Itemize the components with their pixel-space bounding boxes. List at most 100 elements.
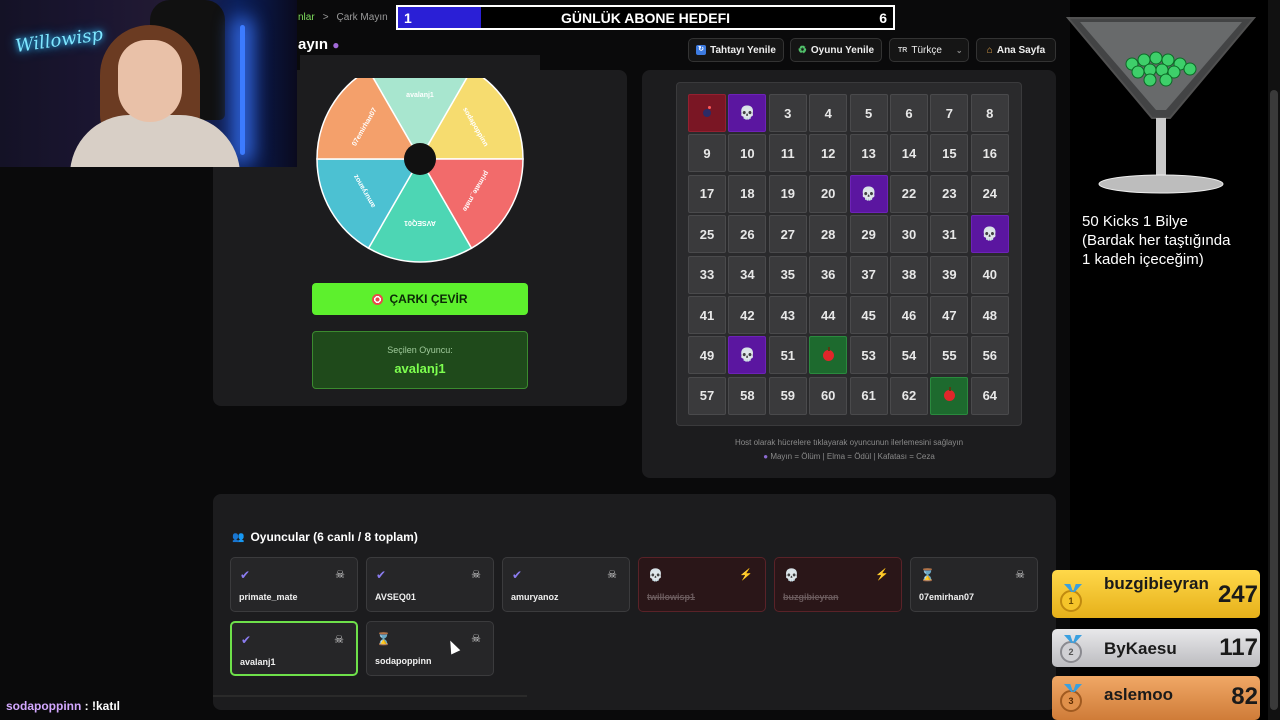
board-cell-16[interactable]: 16	[970, 134, 1009, 173]
skull-icon: 💀	[784, 568, 799, 582]
crossbones-icon[interactable]: ☠	[335, 568, 345, 581]
board-cell-15[interactable]: 15	[930, 134, 969, 173]
board-cell-61[interactable]: 61	[849, 376, 888, 415]
board-cell-14[interactable]: 14	[890, 134, 928, 173]
board-cell-49[interactable]: 49	[688, 336, 726, 375]
board-cell-2[interactable]: 💀	[728, 94, 767, 132]
crossbones-icon[interactable]: ☠	[334, 633, 344, 646]
board-cell-35[interactable]: 35	[768, 255, 807, 294]
board-cell-1[interactable]	[688, 94, 726, 132]
board-cell-22[interactable]: 22	[890, 174, 928, 213]
webcam-lamp	[240, 25, 245, 155]
board-cell-20[interactable]: 20	[809, 174, 848, 213]
board-cell-60[interactable]: 60	[809, 376, 848, 415]
board-cell-26[interactable]: 26	[728, 215, 767, 254]
board-cell-50[interactable]: 💀	[728, 336, 767, 375]
board-cell-9[interactable]: 9	[688, 134, 726, 173]
board-cell-44[interactable]: 44	[809, 296, 848, 334]
board-cell-40[interactable]: 40	[970, 255, 1009, 294]
board-cell-57[interactable]: 57	[688, 376, 726, 415]
board-cell-13[interactable]: 13	[849, 134, 888, 173]
breadcrumb-link[interactable]: nlar	[298, 12, 315, 23]
board-cell-4[interactable]: 4	[809, 94, 848, 132]
board-cell-45[interactable]: 45	[849, 296, 888, 334]
player-card[interactable]: ✔ ☠ amuryanoz	[502, 557, 630, 612]
home-label: Ana Sayfa	[996, 44, 1046, 56]
player-card[interactable]: ⌛ ☠ 07emirhan07	[910, 557, 1038, 612]
board-cell-25[interactable]: 25	[688, 215, 726, 254]
player-card[interactable]: ✔ ☠ primate_mate	[230, 557, 358, 612]
player-card[interactable]: ✔ ☠ avalanj1	[230, 621, 358, 676]
home-button[interactable]: ⌂ Ana Sayfa	[976, 38, 1056, 62]
player-card[interactable]: 💀 ⚡ twillowisp1	[638, 557, 766, 612]
scrollbar-thumb[interactable]	[1270, 90, 1278, 710]
board-cell-24[interactable]: 24	[970, 174, 1009, 213]
board-cell-17[interactable]: 17	[688, 174, 726, 213]
board-cell-23[interactable]: 23	[930, 174, 969, 213]
board-cell-58[interactable]: 58	[728, 376, 767, 415]
crossbones-icon[interactable]: ☠	[471, 632, 481, 645]
player-name: AVSEQ01	[375, 592, 416, 602]
board-cell-19[interactable]: 19	[768, 174, 807, 213]
board-cell-54[interactable]: 54	[890, 336, 928, 375]
board-cell-6[interactable]: 6	[890, 94, 928, 132]
player-card[interactable]: ⌛ ☠ sodapoppinn	[366, 621, 494, 676]
board-cell-64[interactable]: 64	[970, 376, 1009, 415]
refresh-board-button[interactable]: ↻ Tahtayı Yenile	[688, 38, 784, 62]
board-cell-62[interactable]: 62	[890, 376, 928, 415]
leaderboard-row: 3 aslemoo 82	[1052, 676, 1260, 720]
board-cell-31[interactable]: 31	[930, 215, 969, 254]
wheel-hub	[404, 143, 436, 175]
board-cell-47[interactable]: 47	[930, 296, 969, 334]
board-cell-11[interactable]: 11	[768, 134, 807, 173]
lightning-icon[interactable]: ⚡	[875, 568, 889, 581]
apple-icon	[943, 387, 955, 402]
kicks-line-2: (Bardak her taştığında	[1082, 232, 1231, 249]
board-help-text: Host olarak hücrelere tıklayarak oyuncun…	[734, 438, 964, 447]
restart-game-button[interactable]: ♻ Oyunu Yenile	[790, 38, 882, 62]
board-cell-53[interactable]: 53	[849, 336, 888, 375]
board-cell-18[interactable]: 18	[728, 174, 767, 213]
lightning-icon[interactable]: ⚡	[739, 568, 753, 581]
refresh-icon: ↻	[696, 45, 707, 55]
board-cell-59[interactable]: 59	[768, 376, 807, 415]
board-cell-56[interactable]: 56	[970, 336, 1009, 375]
board-cell-27[interactable]: 27	[768, 215, 807, 254]
board-cell-63[interactable]	[930, 376, 969, 415]
board-cell-39[interactable]: 39	[930, 255, 969, 294]
board-cell-43[interactable]: 43	[768, 296, 807, 334]
recycle-icon: ♻	[797, 44, 807, 56]
spin-wheel-button[interactable]: ÇARKI ÇEVİR	[312, 283, 528, 315]
board-cell-12[interactable]: 12	[809, 134, 848, 173]
crossbones-icon[interactable]: ☠	[607, 568, 617, 581]
board-cell-46[interactable]: 46	[890, 296, 928, 334]
board-cell-29[interactable]: 29	[849, 215, 888, 254]
board-cell-21[interactable]: 💀	[849, 174, 888, 213]
board-cell-30[interactable]: 30	[890, 215, 928, 254]
board-cell-52[interactable]	[809, 336, 848, 375]
board-cell-7[interactable]: 7	[930, 94, 969, 132]
board-cell-28[interactable]: 28	[809, 215, 848, 254]
player-card[interactable]: 💀 ⚡ buzgibieyran	[774, 557, 902, 612]
board-cell-34[interactable]: 34	[728, 255, 767, 294]
board-cell-10[interactable]: 10	[728, 134, 767, 173]
board-cell-37[interactable]: 37	[849, 255, 888, 294]
board-cell-33[interactable]: 33	[688, 255, 726, 294]
spin-wheel[interactable]: avalanj1sodapoppinnprimate_mateAVSEQ01am…	[316, 55, 524, 263]
crossbones-icon[interactable]: ☠	[1015, 568, 1025, 581]
player-card[interactable]: ✔ ☠ AVSEQ01	[366, 557, 494, 612]
board-cell-38[interactable]: 38	[890, 255, 928, 294]
leaderboard-score: 247	[1217, 581, 1258, 608]
board-cell-41[interactable]: 41	[688, 296, 726, 334]
board-cell-5[interactable]: 5	[849, 94, 888, 132]
crossbones-icon[interactable]: ☠	[471, 568, 481, 581]
board-cell-42[interactable]: 42	[728, 296, 767, 334]
board-cell-8[interactable]: 8	[970, 94, 1009, 132]
board-cell-36[interactable]: 36	[809, 255, 848, 294]
language-select[interactable]: TR Türkçe ⌄	[889, 38, 969, 62]
board-cell-55[interactable]: 55	[930, 336, 969, 375]
board-cell-51[interactable]: 51	[768, 336, 807, 375]
board-cell-3[interactable]: 3	[768, 94, 807, 132]
board-cell-32[interactable]: 💀	[970, 215, 1009, 254]
board-cell-48[interactable]: 48	[970, 296, 1009, 334]
